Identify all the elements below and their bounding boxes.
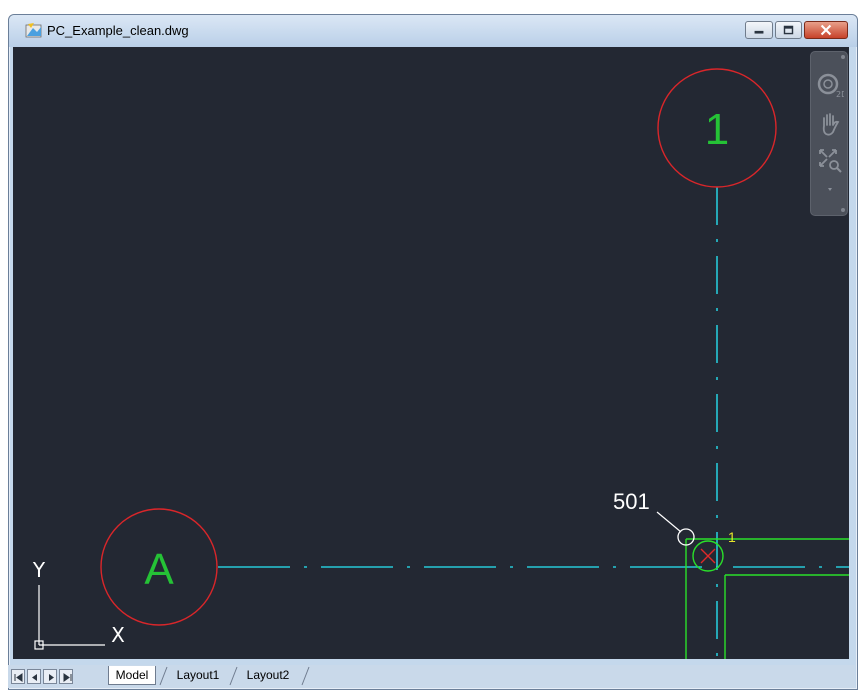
more-dropdown-icon[interactable] [816, 178, 844, 206]
close-button[interactable] [804, 21, 848, 39]
model-space-canvas[interactable]: 1 A 501 1 Y X 2D [13, 47, 849, 659]
first-tab-button[interactable] [11, 669, 25, 684]
close-icon [820, 24, 832, 36]
pan-hand-icon[interactable] [816, 110, 844, 138]
window-title: PC_Example_clean.dwg [47, 23, 189, 38]
restore-button[interactable] [775, 21, 802, 39]
next-icon [49, 674, 54, 681]
next-tab-button[interactable] [43, 669, 57, 684]
tab-separator [301, 666, 310, 686]
ucs-icon: Y X [32, 558, 125, 650]
last-tab-button[interactable] [59, 669, 73, 684]
layout-tab-bar: Model Layout1 Layout2 [8, 665, 855, 688]
zoom-extents-icon[interactable] [816, 146, 844, 174]
minimize-icon [754, 30, 764, 34]
first-icon [14, 673, 23, 682]
tab-layout2[interactable]: Layout2 [236, 666, 300, 685]
tab-layout1[interactable]: Layout1 [166, 666, 230, 685]
minimize-button[interactable] [745, 21, 773, 39]
navbar-settings-dot[interactable] [841, 208, 845, 212]
navbar-close-dot[interactable] [841, 55, 845, 59]
annotation-leader [656, 511, 682, 533]
zoom-2d-icon[interactable]: 2D [816, 72, 844, 100]
cad-drawing[interactable]: 1 A 501 1 Y X [13, 47, 849, 659]
ucs-x-label: X [111, 623, 125, 647]
previous-tab-button[interactable] [27, 669, 41, 684]
grid-bubble-1-label: 1 [705, 105, 729, 154]
column-marker-x [700, 548, 716, 564]
restore-icon [783, 25, 794, 35]
ucs-y-label: Y [32, 558, 46, 582]
grid-bubble-A-label: A [144, 545, 174, 594]
navigation-bar: 2D [810, 51, 848, 216]
title-bar[interactable]: PC_Example_clean.dwg [9, 15, 857, 47]
annotation-label: 501 [613, 489, 650, 514]
svg-text:2D: 2D [836, 90, 844, 99]
previous-icon [32, 674, 37, 681]
tab-model[interactable]: Model [108, 666, 156, 685]
last-icon [63, 673, 72, 682]
small-label: 1 [728, 529, 736, 545]
dwg-file-icon [25, 23, 42, 38]
